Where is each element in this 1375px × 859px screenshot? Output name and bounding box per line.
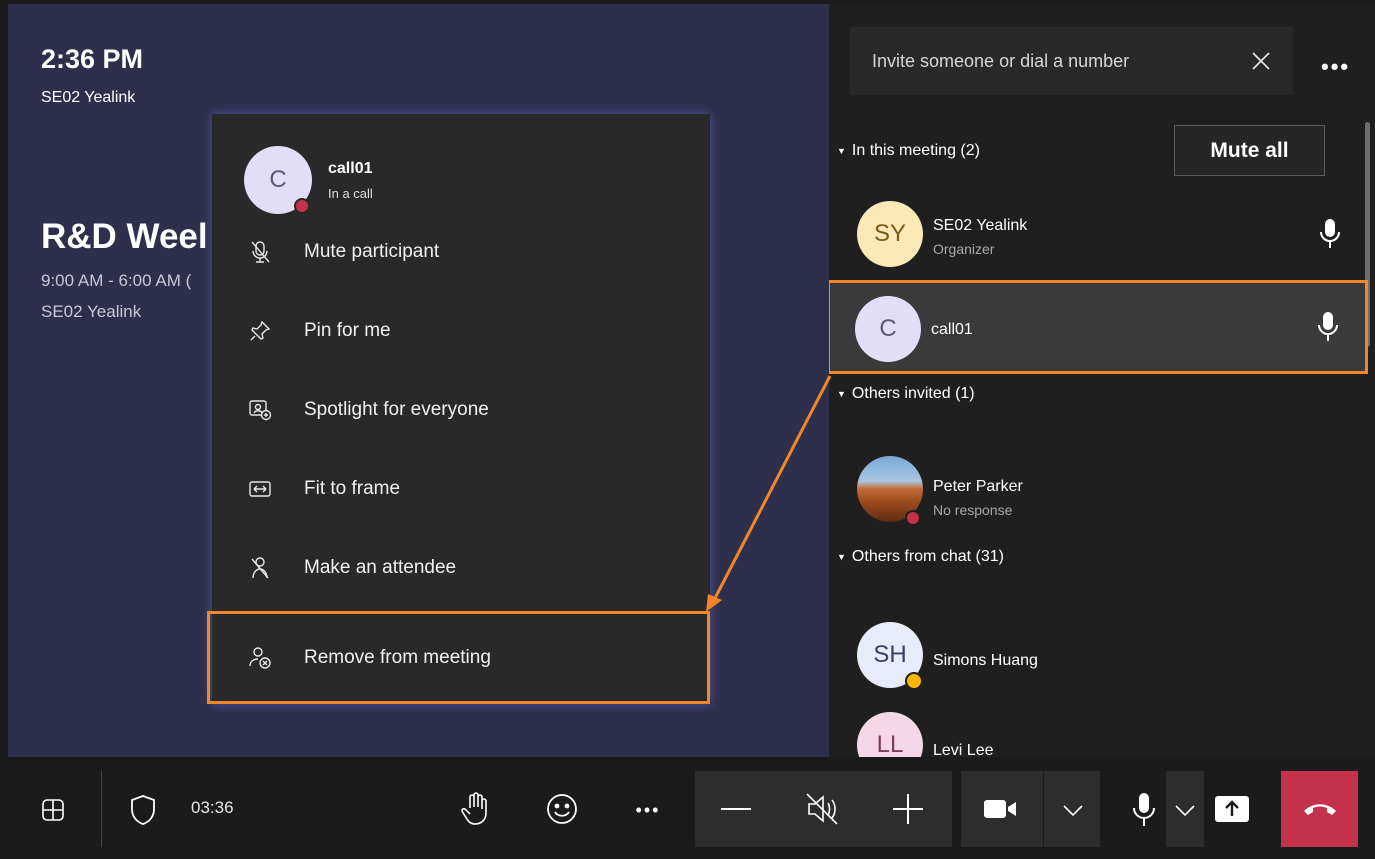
invite-input[interactable]: Invite someone or dial a number [850,27,1293,95]
raise-hand-icon[interactable] [456,789,496,829]
layout-grid-icon[interactable] [34,793,72,827]
avatar-initials: SH [873,641,907,668]
camera-icon[interactable] [975,791,1025,827]
spotlight-icon [248,398,272,422]
attendee-icon [248,556,272,580]
avatar-initials: C [879,315,897,342]
meeting-toolbar: 03:36 ••• [0,757,1375,859]
remove-person-icon [248,646,272,670]
clock: 2:36 PM [41,44,144,74]
emoji-icon[interactable] [542,789,582,829]
pin-icon [248,319,272,343]
participant-name: Simons Huang [933,652,1038,669]
menu-item-label: Make an attendee [304,557,457,578]
meeting-time: 9:00 AM - 6:00 AM ( [41,271,192,290]
participant-row-selected[interactable]: C call01 [829,280,1368,374]
participant-row[interactable]: SH Simons Huang [829,608,1370,702]
participant-role: No response [933,502,1013,518]
chevron-down-icon[interactable] [1168,795,1202,825]
menu-item-label: Fit to frame [304,478,401,499]
chevron-down-icon[interactable] [1055,795,1091,825]
participant-row[interactable]: LL Levi Lee [829,702,1370,757]
context-menu-header: C call01 In a call [244,146,664,216]
participant-name: call01 [328,160,373,177]
avatar: C [855,296,921,362]
section-in-meeting[interactable]: ▼ In this meeting (2) [837,142,980,160]
menu-item-label: Pin for me [304,320,391,341]
mute-all-button[interactable]: Mute all [1174,125,1325,176]
participants-panel: Invite someone or dial a number ••• ▼ In… [829,4,1375,757]
more-actions-button[interactable]: ••• [626,793,670,827]
section-label: In this meeting (2) [851,142,980,159]
away-status-icon [905,672,923,690]
mic-options-group [1166,771,1204,847]
microphone-icon[interactable] [1318,217,1342,251]
busy-status-icon [905,510,921,526]
mute-participant-item[interactable]: Mute participant [212,219,710,285]
spotlight-item[interactable]: Spotlight for everyone [212,377,710,443]
call-timer: 03:36 [191,798,234,817]
camera-control-group [961,771,1100,847]
participant-row[interactable]: SY SE02 Yealink Organizer [829,187,1370,281]
phone-hangup-icon [1303,804,1336,815]
menu-item-label: Remove from meeting [304,646,491,668]
avatar: LL [857,712,923,757]
hang-up-button[interactable] [1281,771,1358,847]
section-others-chat[interactable]: ▼ Others from chat (31) [837,548,1004,566]
avatar: SY [857,201,923,267]
volume-down-icon[interactable] [711,791,761,827]
section-label: Others invited (1) [851,385,975,402]
participant-name: SE02 Yealink [933,217,1028,234]
fit-to-frame-item[interactable]: Fit to frame [212,456,710,522]
more-options-button[interactable]: ••• [1321,54,1350,80]
remove-from-meeting-item[interactable]: Remove from meeting [207,611,710,704]
toolbar-divider [101,771,102,847]
pin-for-me-item[interactable]: Pin for me [212,298,710,364]
avatar-initials: SY [873,220,906,247]
caret-down-icon: ▼ [837,146,846,156]
participant-role: Organizer [933,241,995,257]
volume-control-group [695,771,952,847]
participant-status: In a call [328,186,373,201]
participant-name: Peter Parker [933,478,1023,495]
caret-down-icon: ▼ [837,389,846,399]
meeting-title: R&D Weel [41,217,208,256]
section-others-invited[interactable]: ▼ Others invited (1) [837,385,975,403]
fit-frame-icon [248,477,272,501]
meeting-organizer: SE02 Yealink [41,302,142,321]
participant-name: call01 [931,321,973,338]
make-attendee-item[interactable]: Make an attendee [212,535,710,601]
caret-down-icon: ▼ [837,552,846,562]
microphone-icon[interactable] [1124,789,1164,831]
volume-up-icon[interactable] [883,790,933,828]
participant-context-menu: C call01 In a call Mute participant Pin … [207,114,710,704]
microphone-icon[interactable] [1316,310,1340,344]
share-screen-icon[interactable] [1211,791,1253,827]
split-divider [1043,771,1044,847]
section-label: Others from chat (31) [851,548,1004,565]
menu-item-label: Mute participant [304,241,440,262]
participant-row[interactable]: Peter Parker No response [829,440,1370,534]
avatar-initial: C [269,166,287,193]
avatar-initials: LL [876,731,904,757]
busy-status-icon [294,198,310,214]
speaker-muted-icon[interactable] [797,790,847,828]
menu-item-label: Spotlight for everyone [304,399,489,420]
shield-icon[interactable] [124,791,162,829]
participant-name: Levi Lee [933,742,994,757]
close-icon[interactable] [1249,49,1273,73]
invite-placeholder: Invite someone or dial a number [872,50,1130,71]
mic-off-icon [248,240,272,264]
room-name: SE02 Yealink [41,89,136,106]
